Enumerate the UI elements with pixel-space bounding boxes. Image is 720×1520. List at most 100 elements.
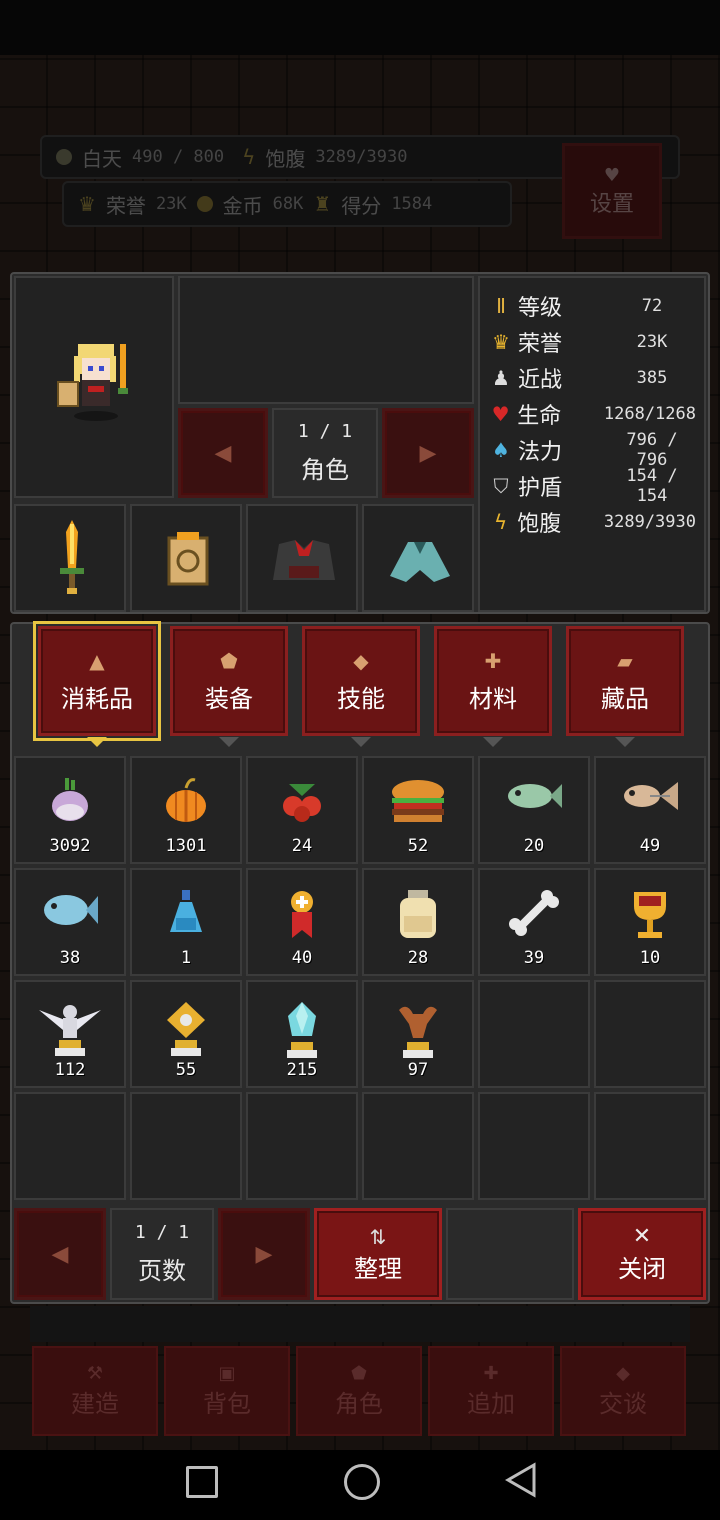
inventory-slot[interactable]: 1301	[130, 756, 242, 864]
item-count: 52	[407, 836, 429, 856]
inventory-slot-empty[interactable]	[130, 1092, 242, 1200]
crown-icon: ♛	[492, 330, 510, 354]
tab-equipment[interactable]: ⬟ 装备	[170, 626, 288, 747]
inventory-slot[interactable]: 28	[362, 868, 474, 976]
tab-label: 技能	[337, 684, 385, 713]
inventory-slot-empty[interactable]	[594, 980, 706, 1088]
stat-label: 等级	[518, 296, 563, 321]
category-tabs: ▲ 消耗品 ⬟ 装备 ◆ 技能 ✚ 材料 ▰ 藏品	[33, 621, 688, 747]
hunger-icon: ϟ	[493, 510, 508, 534]
jar-icon	[396, 888, 440, 944]
recent-apps-icon[interactable]	[186, 1466, 218, 1498]
inventory-slot[interactable]: 112	[14, 980, 126, 1088]
flask-icon: ▲	[89, 648, 105, 673]
tab-label: 装备	[205, 684, 253, 713]
bottom-menu-item: ⬟ 角色	[296, 1346, 422, 1436]
stat-label: 饱腹	[517, 512, 562, 537]
home-icon[interactable]	[344, 1464, 380, 1500]
inventory-grid: 3092 1301 24 52 20 49 38 1 40 28 39 10 1…	[14, 756, 706, 1200]
inventory-slot[interactable]: 10	[594, 868, 706, 976]
close-button[interactable]: ✕ 关闭	[578, 1208, 706, 1300]
crystal-icon	[282, 1000, 322, 1066]
inventory-slot[interactable]: 39	[478, 868, 590, 976]
teal-cape-icon	[390, 542, 450, 582]
bottom-menu-label: 背包	[203, 1390, 251, 1418]
horn-relic-icon	[393, 1000, 443, 1066]
inventory-slot[interactable]: 40	[246, 868, 358, 976]
tab-caret-icon	[483, 737, 503, 747]
item-count: 38	[59, 948, 81, 968]
equip-slot-armor[interactable]	[246, 504, 358, 612]
prev-character-button[interactable]: ◀	[178, 408, 268, 498]
inventory-slot-empty[interactable]	[478, 1092, 590, 1200]
close-icon: ✕	[632, 1224, 652, 1249]
inventory-slot[interactable]: 24	[246, 756, 358, 864]
character-icon: ⬟	[351, 1363, 367, 1384]
character-page-indicator: 1 / 1 角色	[272, 408, 378, 498]
inventory-slot[interactable]: 215	[246, 980, 358, 1088]
bottom-menu: ⚒ 建造 ▣ 背包 ⬟ 角色 ✚ 追加 ◆ 交谈	[32, 1346, 688, 1438]
stat-row: ⛉ 护盾 154 / 154	[490, 466, 696, 506]
tab-skills[interactable]: ◆ 技能	[302, 626, 420, 747]
sort-button[interactable]: ⇅ 整理	[314, 1208, 442, 1300]
bottom-menu-item: ⚒ 建造	[32, 1346, 158, 1436]
inventory-slot-empty[interactable]	[246, 1092, 358, 1200]
bag-icon: ▣	[218, 1363, 236, 1384]
tab-label: 消耗品	[61, 684, 133, 713]
tab-collection[interactable]: ▰ 藏品	[566, 626, 684, 747]
equip-slot-weapon[interactable]	[14, 504, 126, 612]
item-count: 112	[54, 1060, 86, 1080]
stat-value: 23K	[636, 332, 668, 352]
fire-sword-icon	[60, 520, 84, 594]
stat-label: 生命	[517, 404, 562, 429]
tab-caret-icon	[219, 737, 239, 747]
inventory-slot-empty[interactable]	[478, 980, 590, 1088]
bottom-menu-label: 角色	[335, 1390, 383, 1418]
equip-slot-cape[interactable]	[362, 504, 474, 612]
next-character-button[interactable]: ▶	[382, 408, 474, 498]
melee-icon: ♟	[492, 366, 510, 390]
inventory-slot[interactable]: 1	[130, 868, 242, 976]
inventory-slot-empty[interactable]	[14, 1092, 126, 1200]
close-label: 关闭	[618, 1255, 666, 1283]
stat-row: ♛ 荣誉 23K	[490, 324, 696, 360]
inventory-slot[interactable]: 38	[14, 868, 126, 976]
gold-relic-icon	[161, 1000, 211, 1064]
item-count: 1	[180, 948, 192, 968]
hero-sprite-icon	[57, 344, 128, 421]
inventory-slot[interactable]: 52	[362, 756, 474, 864]
bottom-menu-item: ✚ 追加	[428, 1346, 554, 1436]
inventory-slot[interactable]: 49	[594, 756, 706, 864]
equip-slot-offhand[interactable]	[130, 504, 242, 612]
next-page-button[interactable]: ▶	[218, 1208, 310, 1300]
tab-consumables[interactable]: ▲ 消耗品	[33, 621, 161, 747]
item-count: 24	[291, 836, 313, 856]
tab-materials[interactable]: ✚ 材料	[434, 626, 552, 747]
character-preview-area	[178, 276, 474, 404]
item-count: 1301	[165, 836, 207, 856]
inventory-slot[interactable]: 3092	[14, 756, 126, 864]
bottom-menu-label: 追加	[467, 1390, 515, 1418]
prev-page-button[interactable]: ◀	[14, 1208, 106, 1300]
heart-icon: ♥	[491, 402, 510, 426]
stat-value: 154 / 154	[626, 466, 678, 506]
inventory-slot[interactable]: 97	[362, 980, 474, 1088]
pumpkin-icon	[161, 776, 211, 830]
inventory-slot[interactable]: 55	[130, 980, 242, 1088]
item-count: 3092	[49, 836, 91, 856]
tab-caret-icon	[351, 737, 371, 747]
stat-value: 796 / 796	[626, 430, 678, 470]
inventory-slot[interactable]: 20	[478, 756, 590, 864]
tab-label: 材料	[469, 684, 517, 713]
potion-icon	[166, 888, 206, 942]
spellbook-icon	[167, 532, 209, 586]
item-count: 49	[639, 836, 661, 856]
character-portrait-frame	[14, 276, 174, 498]
stat-row: ♟ 近战 385	[490, 360, 696, 396]
scroll-icon: ▰	[617, 648, 633, 673]
stat-row: ♠ 法力 796 / 796	[490, 430, 696, 470]
blue-fish-icon	[40, 888, 100, 936]
inventory-slot-empty[interactable]	[594, 1092, 706, 1200]
back-icon[interactable]	[504, 1462, 538, 1498]
inventory-slot-empty[interactable]	[362, 1092, 474, 1200]
